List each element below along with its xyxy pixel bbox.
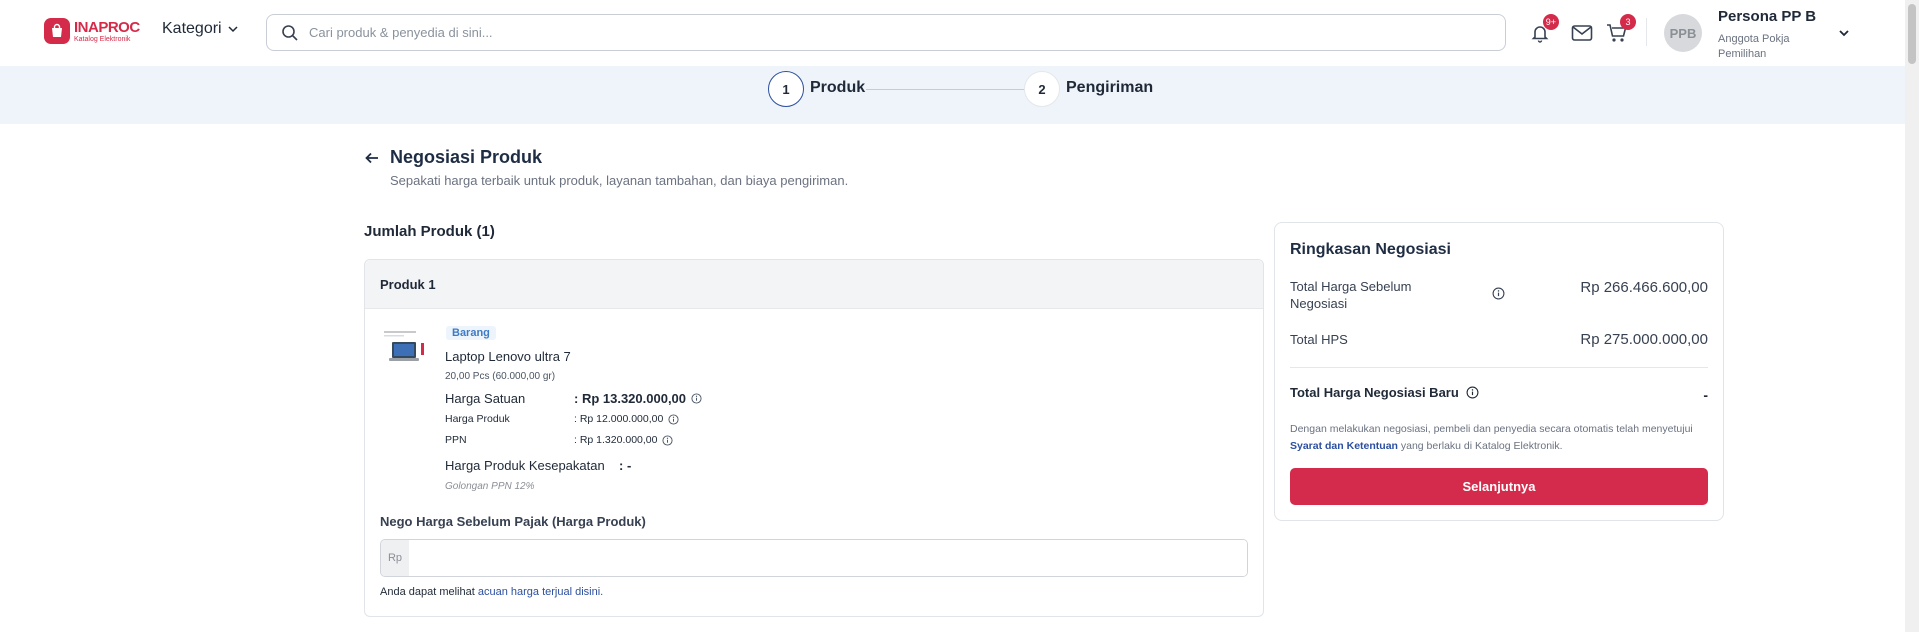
info-icon[interactable] bbox=[1492, 287, 1505, 305]
ppn-value: : Rp 1.320.000,00 bbox=[574, 434, 658, 446]
chevron-down-icon bbox=[1839, 30, 1849, 37]
harga-satuan-label: Harga Satuan bbox=[445, 391, 526, 406]
price-reference-link[interactable]: acuan harga terjual disini. bbox=[478, 586, 603, 598]
section-title: Jumlah Produk (1) bbox=[364, 223, 495, 240]
nego-price-field[interactable]: Rp bbox=[380, 539, 1248, 577]
search-input[interactable] bbox=[309, 25, 1489, 40]
summary-divider bbox=[1290, 367, 1708, 368]
notification-badge: 9+ bbox=[1542, 14, 1559, 30]
header-divider bbox=[1646, 18, 1647, 46]
ppn-label: PPN bbox=[445, 434, 467, 446]
nego-label: Nego Harga Sebelum Pajak (Harga Produk) bbox=[380, 514, 646, 529]
user-name[interactable]: Persona PP B bbox=[1718, 8, 1816, 25]
logo-subtitle: Katalog Elektronik bbox=[74, 35, 131, 43]
cart-button[interactable]: 3 bbox=[1604, 14, 1636, 46]
kategori-menu[interactable]: Kategori bbox=[162, 20, 239, 38]
step-1-label: Produk bbox=[810, 79, 866, 96]
total-sebelum-label: Total Harga Sebelum Negosiasi bbox=[1290, 279, 1412, 311]
ppn-row: PPN : Rp 1.320.000,00 bbox=[445, 434, 674, 446]
logo-title: INAPROC bbox=[74, 18, 140, 36]
golongan-ppn: Golongan PPN 12% bbox=[445, 481, 535, 492]
chevron-down-icon bbox=[228, 26, 238, 33]
arrow-left-icon bbox=[365, 152, 378, 164]
total-hps-label: Total HPS bbox=[1290, 332, 1348, 347]
kesepakatan-label: Harga Produk Kesepakatan bbox=[445, 458, 605, 473]
product-thumbnail[interactable] bbox=[382, 328, 426, 372]
summary-title: Ringkasan Negosiasi bbox=[1290, 241, 1451, 258]
info-icon[interactable] bbox=[668, 413, 679, 425]
total-baru-value: - bbox=[1703, 387, 1708, 403]
harga-produk-value: : Rp 12.000.000,00 bbox=[574, 413, 664, 425]
info-icon[interactable] bbox=[691, 393, 702, 404]
page-title: Negosiasi Produk bbox=[390, 147, 543, 167]
user-menu-toggle[interactable] bbox=[1838, 26, 1850, 44]
negotiation-summary: Ringkasan Negosiasi Total Harga Sebelum … bbox=[1274, 222, 1724, 521]
product-name: Laptop Lenovo ultra 7 bbox=[445, 349, 571, 364]
step-2-label: Pengiriman bbox=[1066, 79, 1154, 96]
terms-link[interactable]: Syarat dan Ketentuan bbox=[1290, 440, 1398, 452]
back-button[interactable] bbox=[364, 150, 380, 171]
total-baru-label: Total Harga Negosiasi Baru bbox=[1290, 385, 1459, 400]
harga-satuan-row: Harga Satuan : Rp 13.320.000,00 bbox=[445, 391, 702, 406]
cart-badge: 3 bbox=[1620, 14, 1636, 30]
total-hps-value: Rp 275.000.000,00 bbox=[1580, 331, 1708, 348]
terms-note: Dengan melakukan negosiasi, pembeli dan … bbox=[1290, 421, 1710, 455]
terms-note-post: yang berlaku di Katalog Elektronik. bbox=[1397, 440, 1563, 452]
search-bar[interactable] bbox=[266, 14, 1506, 51]
currency-prefix: Rp bbox=[381, 540, 409, 576]
hint-text: Anda dapat melihat bbox=[380, 586, 478, 598]
kesepakatan-row: Harga Produk Kesepakatan : - bbox=[445, 458, 631, 473]
nego-price-input[interactable] bbox=[409, 540, 1247, 576]
message-button[interactable] bbox=[1569, 20, 1595, 46]
total-baru-label-row: Total Harga Negosiasi Baru bbox=[1290, 385, 1479, 400]
info-icon[interactable] bbox=[662, 434, 674, 446]
harga-produk-label: Harga Produk bbox=[445, 413, 510, 425]
price-reference-hint: Anda dapat melihat acuan harga terjual d… bbox=[380, 586, 603, 598]
terms-note-pre: Dengan melakukan negosiasi, pembeli dan … bbox=[1290, 423, 1693, 435]
notification-button[interactable]: 9+ bbox=[1527, 14, 1559, 46]
scrollbar-thumb[interactable] bbox=[1908, 4, 1916, 64]
kategori-label: Kategori bbox=[162, 20, 222, 37]
total-sebelum-value: Rp 266.466.600,00 bbox=[1580, 279, 1708, 296]
bag-icon bbox=[44, 18, 70, 44]
user-role: Anggota Pokja Pemilihan bbox=[1718, 33, 1790, 60]
product-quantity: 20,00 Pcs (60.000,00 gr) bbox=[445, 371, 556, 382]
top-navbar: INAPROC Katalog Elektronik Kategori 9+ 3… bbox=[0, 0, 1919, 66]
info-icon[interactable] bbox=[1466, 386, 1479, 399]
mail-icon bbox=[1571, 25, 1593, 41]
step-connector bbox=[866, 89, 1024, 90]
next-button[interactable]: Selanjutnya bbox=[1290, 468, 1708, 505]
scrollbar-track[interactable] bbox=[1905, 0, 1919, 632]
search-icon bbox=[282, 24, 298, 41]
step-1-number: 1 bbox=[768, 71, 804, 107]
page-subtitle: Sepakati harga terbaik untuk produk, lay… bbox=[390, 173, 849, 188]
checkout-stepper: 1 Produk 2 Pengiriman bbox=[0, 66, 1919, 124]
harga-produk-row: Harga Produk : Rp 12.000.000,00 bbox=[445, 413, 679, 425]
kesepakatan-value: : - bbox=[619, 458, 632, 473]
product-type-tag: Barang bbox=[446, 326, 496, 340]
harga-satuan-value: : Rp 13.320.000,00 bbox=[574, 391, 687, 406]
step-2-number: 2 bbox=[1024, 71, 1060, 107]
avatar[interactable]: PPB bbox=[1664, 14, 1702, 52]
product-card: Produk 1 Barang Laptop Lenovo ultra 7 20… bbox=[364, 259, 1264, 617]
product-card-header: Produk 1 bbox=[365, 260, 1263, 309]
inaproc-logo[interactable]: INAPROC Katalog Elektronik bbox=[44, 18, 140, 44]
